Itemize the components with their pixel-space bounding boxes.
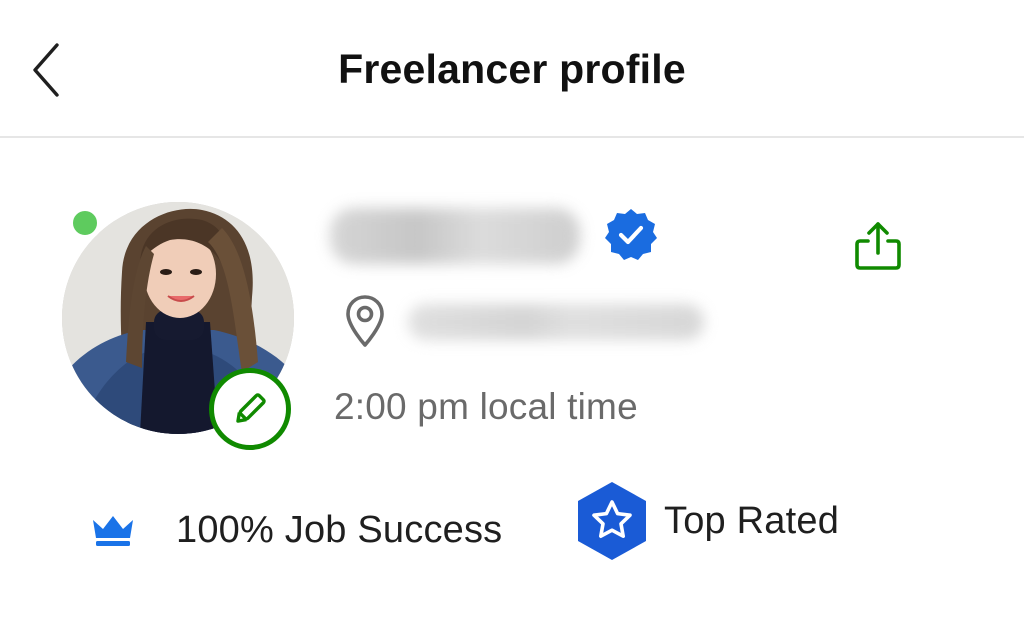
job-success-label: 100% Job Success xyxy=(176,508,503,551)
page-title: Freelancer profile xyxy=(338,46,686,92)
top-rated-badge[interactable]: Top Rated xyxy=(574,480,839,562)
map-pin-icon xyxy=(346,295,384,347)
edit-photo-button[interactable] xyxy=(209,368,291,450)
avatar-container xyxy=(62,202,294,450)
freelancer-name-redacted xyxy=(330,208,580,264)
online-status-indicator xyxy=(68,206,102,240)
job-success-badge[interactable]: 100% Job Success xyxy=(90,505,502,555)
crown-icon xyxy=(93,516,133,546)
local-time: 2:00 pm local time xyxy=(334,386,638,427)
top-rated-label: Top Rated xyxy=(664,499,840,542)
share-button[interactable] xyxy=(846,214,910,278)
top-bar: Freelancer profile xyxy=(0,0,1024,138)
top-rated-star-icon xyxy=(578,482,646,560)
location-redacted xyxy=(408,304,704,340)
share-icon xyxy=(855,222,901,270)
pencil-icon xyxy=(236,393,266,423)
verified-badge-icon xyxy=(605,209,657,260)
freelancer-profile-screen: Freelancer profile 2:00 pm local time 10… xyxy=(0,0,1024,642)
